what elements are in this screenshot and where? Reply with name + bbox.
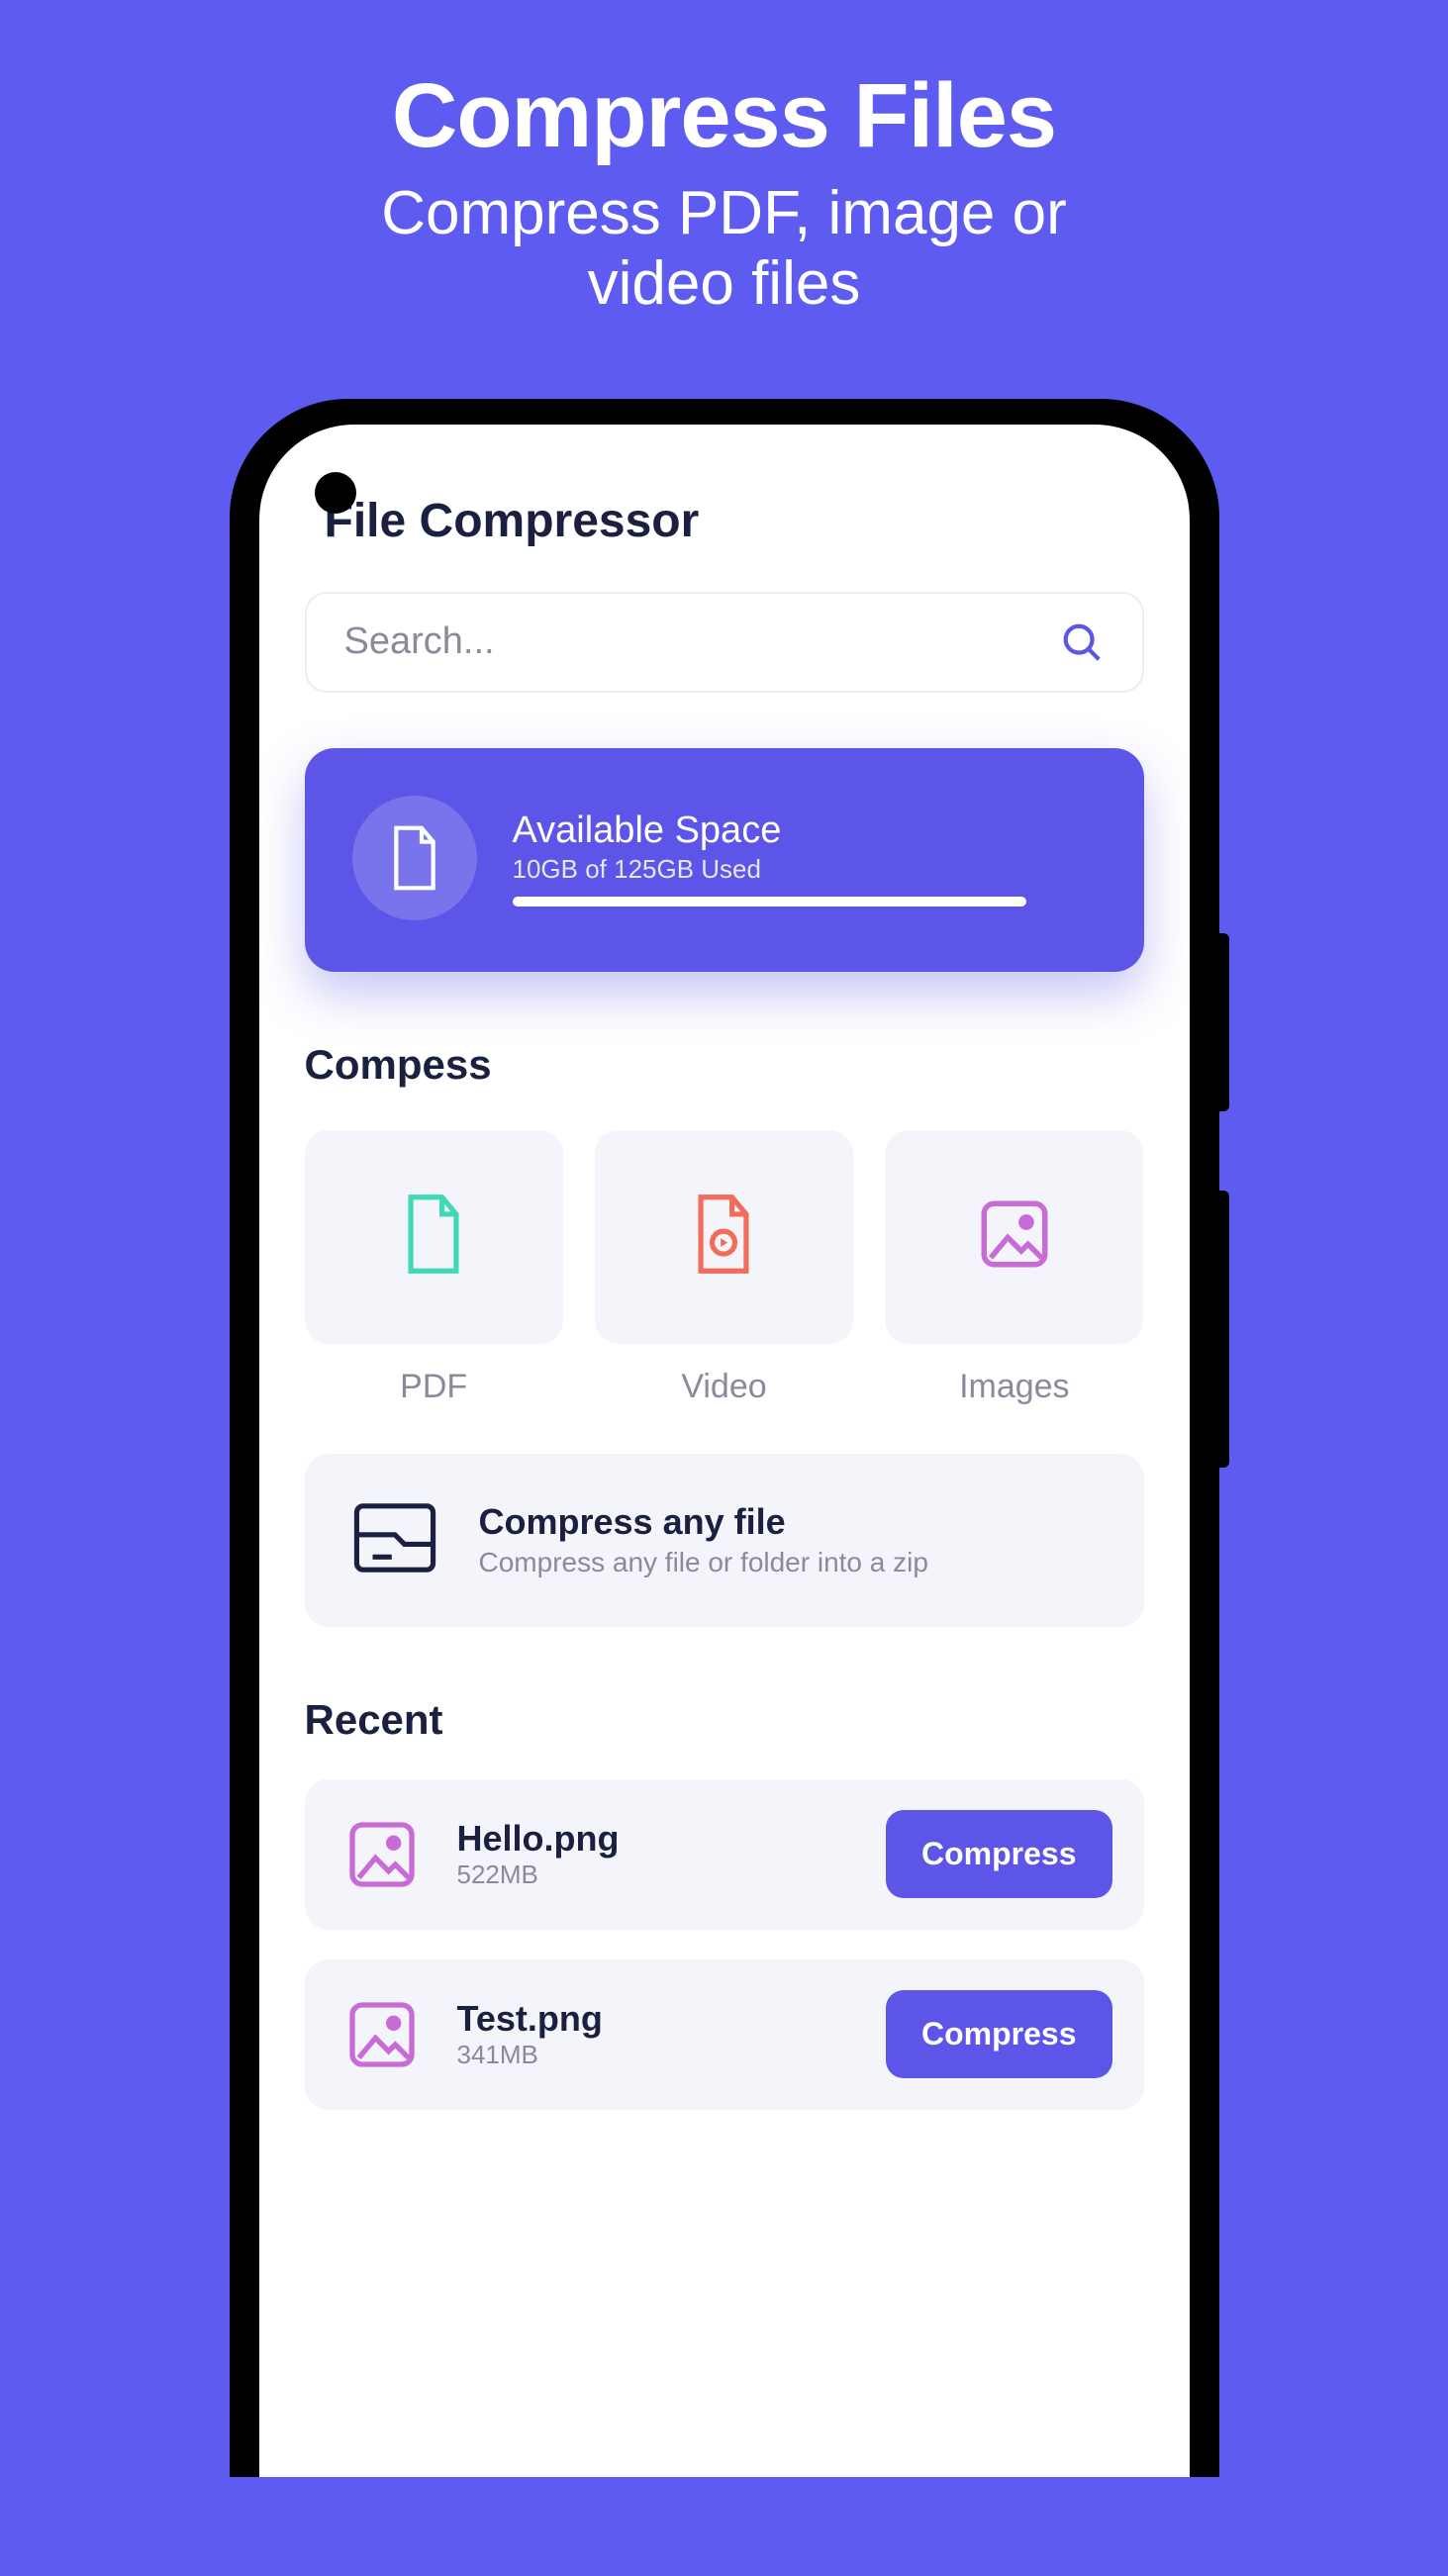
search-bar[interactable] [305, 592, 1144, 693]
any-file-title: Compress any file [479, 1501, 928, 1543]
recent-file-size: 341MB [457, 2040, 857, 2070]
image-icon [974, 1193, 1055, 1280]
recent-file-name: Hello.png [457, 1818, 857, 1860]
compress-button[interactable]: Compress [886, 1810, 1112, 1898]
compress-any-file-card[interactable]: Compress any file Compress any file or f… [305, 1454, 1144, 1627]
compress-button[interactable]: Compress [886, 1990, 1112, 2078]
phone-screen: File Compressor Available Space 10GB of … [259, 425, 1190, 2477]
space-title: Available Space [513, 810, 1097, 852]
file-icon [352, 796, 477, 920]
pdf-file-icon [399, 1192, 468, 1282]
space-subtitle: 10GB of 125GB Used [513, 854, 1097, 885]
phone-side-button [1219, 933, 1229, 1111]
space-progress-bar [513, 897, 1026, 906]
option-video[interactable]: Video [595, 1130, 853, 1406]
recent-file-name: Test.png [457, 1998, 857, 2040]
image-icon [337, 1989, 428, 2080]
compress-section-title: Compess [305, 1041, 1144, 1089]
recent-list: Hello.png 522MB Compress Test.png 341MB [305, 1779, 1144, 2110]
option-pdf[interactable]: PDF [305, 1130, 563, 1406]
any-file-subtitle: Compress any file or folder into a zip [479, 1547, 928, 1578]
phone-frame: File Compressor Available Space 10GB of … [230, 399, 1219, 2477]
search-input[interactable] [344, 620, 1059, 663]
compress-options: PDF Video [305, 1130, 1144, 1406]
video-file-icon [689, 1192, 758, 1282]
promo-subtitle: Compress PDF, image or video files [0, 178, 1448, 320]
space-card[interactable]: Available Space 10GB of 125GB Used [305, 748, 1144, 972]
phone-camera [315, 472, 356, 514]
image-icon [337, 1809, 428, 1900]
recent-file-size: 522MB [457, 1860, 857, 1890]
recent-section-title: Recent [305, 1696, 1144, 1744]
recent-item[interactable]: Hello.png 522MB Compress [305, 1779, 1144, 1930]
option-images[interactable]: Images [885, 1130, 1143, 1406]
promo-header: Compress Files Compress PDF, image or vi… [0, 0, 1448, 359]
search-icon[interactable] [1059, 620, 1105, 665]
promo-title: Compress Files [0, 64, 1448, 168]
phone-side-button [1219, 1191, 1229, 1468]
app-title: File Compressor [325, 494, 1144, 548]
folder-icon [350, 1499, 439, 1581]
recent-item[interactable]: Test.png 341MB Compress [305, 1959, 1144, 2110]
